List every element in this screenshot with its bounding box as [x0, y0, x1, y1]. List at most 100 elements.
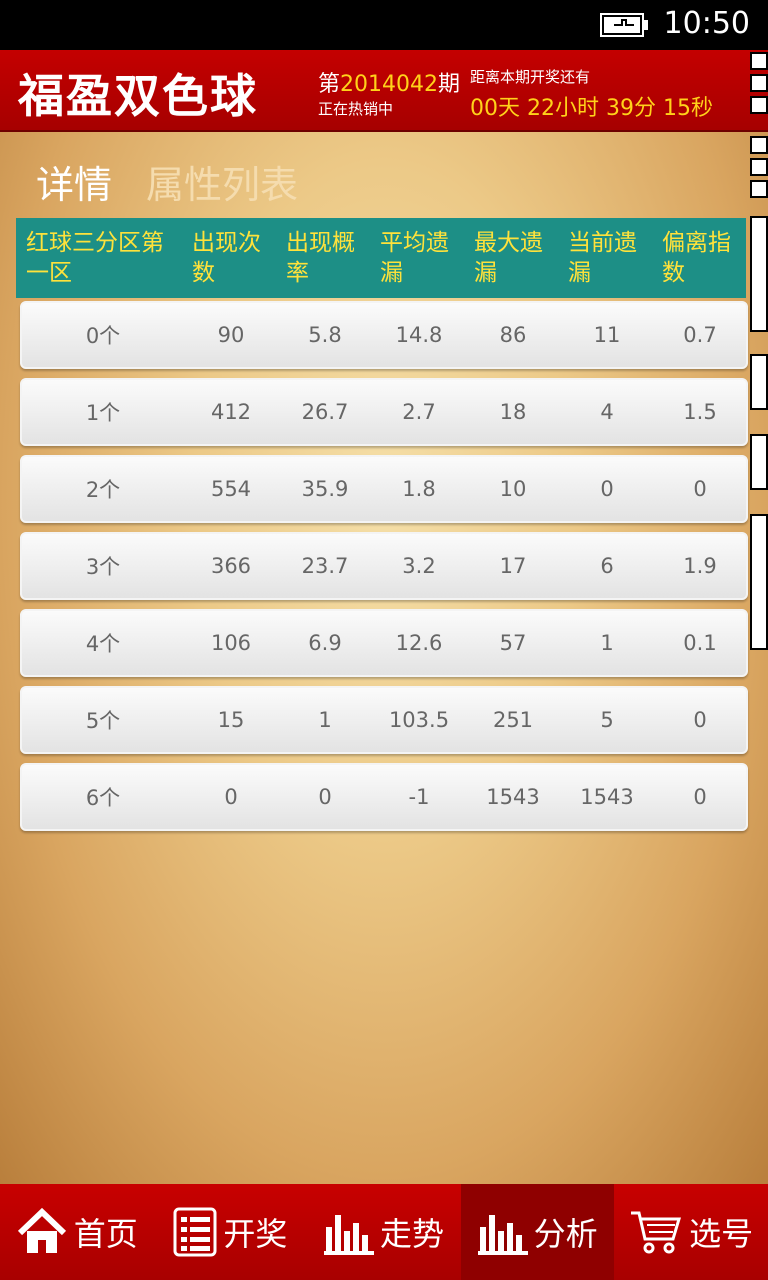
cell-avg-miss: 2.7 [402, 400, 436, 424]
cell-probability: 35.9 [301, 477, 349, 501]
nav-trend[interactable]: 走势 [307, 1184, 461, 1280]
cell-max-miss: 57 [499, 631, 527, 655]
app-title: 福盈双色球 [18, 69, 258, 123]
cell-avg-miss: 3.2 [402, 554, 436, 578]
nav-home-label: 首页 [73, 1215, 138, 1253]
nav-draw-results[interactable]: 开奖 [154, 1184, 308, 1280]
countdown-label: 距离本期开奖还有 [470, 68, 591, 86]
nav-analysis[interactable]: 分析 [460, 1184, 615, 1280]
table-row[interactable]: 6个 0 0 -1 1543 1543 0 [20, 763, 748, 831]
column-header-max-miss: 最大遗漏 [474, 230, 543, 286]
cell-probability: 0 [318, 785, 332, 809]
bar-chart-icon [477, 1215, 528, 1255]
cell-count: 90 [217, 323, 245, 347]
cell-current-miss: 11 [593, 323, 621, 347]
cell-count: 15 [217, 708, 245, 732]
nav-home[interactable]: 首页 [0, 1184, 154, 1280]
cell-deviation: 1.5 [683, 400, 717, 424]
table-row[interactable]: 5个 15 1 103.5 251 5 0 [20, 686, 748, 754]
cell-current-miss: 5 [600, 708, 614, 732]
cell-avg-miss: -1 [408, 785, 430, 809]
nav-pick-numbers[interactable]: 选号 [614, 1184, 768, 1280]
bar-chart-icon [323, 1215, 374, 1255]
cell-max-miss: 10 [499, 477, 527, 501]
cell-max-miss: 251 [492, 708, 534, 732]
tab-details[interactable]: 详情 [36, 163, 112, 207]
cell-zone: 1个 [85, 401, 121, 425]
edge-mark [750, 52, 768, 70]
column-header-zone: 红球三分区第一区 [26, 230, 164, 286]
cell-probability: 1 [318, 708, 332, 732]
cell-current-miss: 1 [600, 631, 614, 655]
cell-deviation: 1.9 [683, 554, 717, 578]
cell-zone: 0个 [85, 324, 121, 348]
app-header: 福盈双色球 第2014042期 正在热销中 距离本期开奖还有 00天 22小时 … [0, 50, 768, 132]
cell-avg-miss: 103.5 [388, 708, 450, 732]
edge-mark [750, 434, 768, 490]
bottom-nav: 首页 开奖 走势 分析 选号 [0, 1184, 768, 1280]
cell-avg-miss: 14.8 [395, 323, 443, 347]
cell-max-miss: 17 [499, 554, 527, 578]
cell-max-miss: 18 [499, 400, 527, 424]
cell-count: 412 [210, 400, 252, 424]
issue-status: 正在热销中 [318, 100, 394, 118]
cell-deviation: 0.7 [683, 323, 717, 347]
cell-current-miss: 6 [600, 554, 614, 578]
edge-mark [750, 514, 768, 650]
edge-mark [750, 354, 768, 410]
nav-draw-results-label: 开奖 [223, 1215, 288, 1253]
column-header-avg-miss: 平均遗漏 [380, 230, 449, 286]
cell-zone: 2个 [85, 478, 121, 502]
cell-probability: 6.9 [308, 631, 342, 655]
column-header-count: 出现次数 [192, 230, 261, 286]
cell-zone: 5个 [85, 709, 121, 733]
table-header: 红球三分区第一区 出现次数 出现概率 平均遗漏 最大遗漏 当前遗漏 偏离指数 [16, 218, 746, 298]
clock: 10:50 [663, 6, 750, 41]
cell-count: 554 [210, 477, 252, 501]
edge-mark [750, 74, 768, 92]
table-row[interactable]: 1个 412 26.7 2.7 18 4 1.5 [20, 378, 748, 446]
cell-zone: 4个 [85, 632, 121, 656]
edge-mark [750, 136, 768, 154]
pivot-tabs: 详情 属性列表 [36, 154, 332, 207]
edge-marks [748, 50, 768, 650]
table-row[interactable]: 0个 90 5.8 14.8 86 11 0.7 [20, 301, 748, 369]
edge-mark [750, 158, 768, 176]
cell-probability: 5.8 [308, 323, 342, 347]
table-body: 0个 90 5.8 14.8 86 11 0.7 1个 412 26.7 2.7… [20, 301, 748, 840]
cell-zone: 6个 [85, 786, 121, 810]
cell-deviation: 0 [693, 785, 707, 809]
cell-zone: 3个 [85, 555, 121, 579]
table-row[interactable]: 3个 366 23.7 3.2 17 6 1.9 [20, 532, 748, 600]
status-bar: 10:50 [0, 0, 768, 50]
column-header-deviation: 偏离指数 [662, 230, 731, 286]
cell-current-miss: 4 [600, 400, 614, 424]
cell-count: 106 [210, 631, 252, 655]
cell-probability: 26.7 [301, 400, 349, 424]
cell-current-miss: 1543 [580, 785, 634, 809]
cell-count: 0 [224, 785, 238, 809]
table-row[interactable]: 4个 106 6.9 12.6 57 1 0.1 [20, 609, 748, 677]
cell-count: 366 [210, 554, 252, 578]
cell-deviation: 0 [693, 477, 707, 501]
main-content: 详情 属性列表 红球三分区第一区 出现次数 出现概率 平均遗漏 最大遗漏 当前遗漏… [0, 132, 768, 1184]
list-icon [173, 1207, 217, 1257]
issue-number: 第2014042期 [318, 72, 461, 97]
cell-deviation: 0.1 [683, 631, 717, 655]
tab-attribute-list[interactable]: 属性列表 [146, 163, 298, 207]
edge-mark [750, 216, 768, 332]
nav-trend-label: 走势 [379, 1215, 444, 1253]
cell-probability: 23.7 [301, 554, 349, 578]
cell-avg-miss: 1.8 [402, 477, 436, 501]
nav-analysis-label: 分析 [533, 1215, 598, 1253]
column-header-probability: 出现概率 [286, 230, 355, 286]
column-header-current-miss: 当前遗漏 [568, 230, 637, 286]
edge-mark [750, 96, 768, 114]
cell-max-miss: 86 [499, 323, 527, 347]
cell-avg-miss: 12.6 [395, 631, 443, 655]
cell-deviation: 0 [693, 708, 707, 732]
cell-max-miss: 1543 [486, 785, 540, 809]
table-row[interactable]: 2个 554 35.9 1.8 10 0 0 [20, 455, 748, 523]
edge-mark [750, 180, 768, 198]
countdown-timer: 00天 22小时 39分 15秒 [470, 96, 713, 121]
